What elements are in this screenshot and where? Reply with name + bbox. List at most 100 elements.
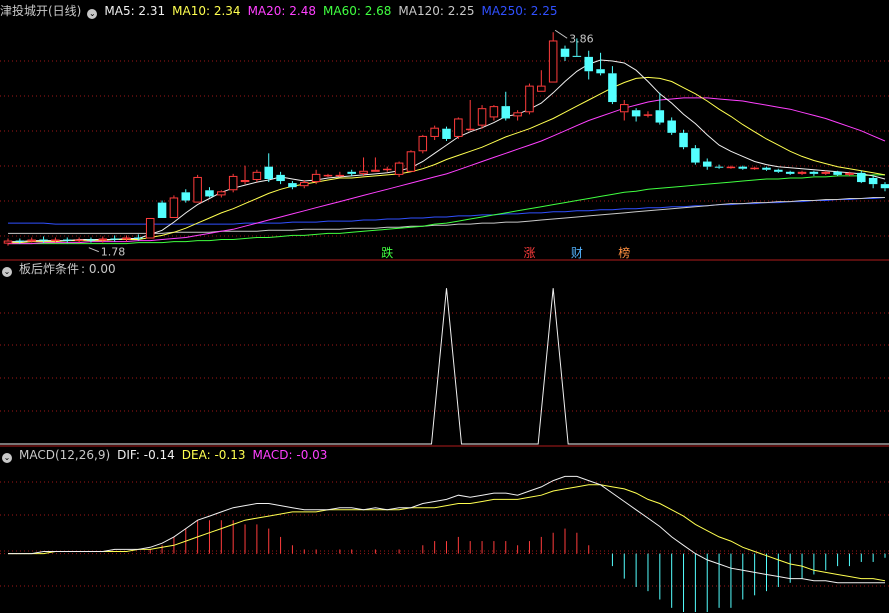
- dif-label: DIF: -0.14: [117, 448, 175, 462]
- candle: [228, 173, 238, 193]
- candle: [145, 217, 155, 239]
- ma10-line: [8, 76, 886, 244]
- candle: [371, 157, 380, 172]
- candle-body: [169, 197, 179, 218]
- candle: [276, 171, 285, 185]
- candle-body: [762, 167, 771, 170]
- candle: [762, 166, 771, 171]
- candle-body: [608, 73, 617, 103]
- candle-body: [774, 169, 783, 172]
- candle: [157, 200, 167, 218]
- candle: [122, 235, 131, 242]
- candle-body: [288, 183, 297, 188]
- candle-body: [513, 112, 522, 117]
- candle: [691, 145, 700, 165]
- candle-body: [572, 55, 582, 57]
- candle: [620, 99, 629, 121]
- candle-body: [39, 239, 48, 241]
- candle-body: [430, 127, 439, 137]
- panel-menu-icon[interactable]: ⌄: [2, 267, 12, 277]
- dea-label: DEA: -0.13: [181, 448, 246, 462]
- candle: [454, 117, 463, 139]
- candle-body: [631, 110, 641, 117]
- candle-body: [359, 170, 368, 174]
- candle-body: [394, 162, 404, 175]
- main-panel-header: 津投城开(日线) ⌄ MA5: 2.31 MA10: 2.34 MA20: 2.48 MA…: [0, 2, 565, 20]
- candle-body: [193, 176, 202, 203]
- panel-menu-icon[interactable]: ⌄: [2, 453, 12, 463]
- ma250-line: [8, 197, 886, 225]
- candle-body: [525, 85, 534, 113]
- candle-body: [51, 239, 60, 242]
- indicator-line: [0, 288, 889, 445]
- candle: [738, 165, 748, 170]
- ma10-label: MA10: 2.34: [172, 4, 241, 18]
- candle-body: [86, 239, 96, 241]
- candle-body: [501, 106, 511, 119]
- candle-body: [382, 168, 392, 171]
- candle-body: [252, 171, 262, 181]
- candle: [809, 170, 819, 176]
- event-marker: 财: [571, 246, 583, 260]
- candle: [548, 32, 558, 83]
- dif-line: [8, 475, 885, 584]
- candle-body: [679, 132, 688, 148]
- candle-body: [691, 148, 700, 163]
- candle: [584, 50, 593, 80]
- candle: [406, 150, 416, 172]
- candle-body: [98, 238, 108, 241]
- candle: [240, 165, 250, 185]
- candle: [62, 237, 72, 243]
- candle: [418, 134, 428, 154]
- candle: [785, 170, 795, 175]
- candle: [252, 169, 262, 183]
- candle: [217, 190, 226, 198]
- candle-body: [797, 171, 807, 174]
- candle: [288, 181, 297, 190]
- candle-body: [323, 174, 333, 177]
- high-marker-arrow: [554, 29, 568, 39]
- candle-body: [27, 239, 36, 242]
- candle: [679, 129, 688, 150]
- candle-body: [347, 171, 356, 174]
- low-price-label: 1.78: [101, 246, 126, 259]
- candle-body: [276, 174, 285, 182]
- candle: [489, 105, 499, 121]
- candle: [335, 171, 345, 177]
- candle-body: [785, 171, 795, 174]
- candle: [465, 99, 475, 131]
- candle: [857, 170, 866, 184]
- high-price-label: 3.86: [569, 32, 594, 45]
- candle-body: [809, 171, 819, 174]
- candle: [596, 52, 605, 76]
- candle: [311, 169, 321, 185]
- candle-body: [74, 239, 84, 242]
- candle-body: [880, 184, 889, 189]
- candle-body: [714, 166, 724, 168]
- ma120-label: MA120: 2.25: [398, 4, 475, 18]
- ma60-label: MA60: 2.68: [323, 4, 392, 18]
- candle: [608, 66, 617, 105]
- candle-body: [110, 238, 119, 240]
- candle: [797, 170, 807, 175]
- candle-body: [620, 104, 629, 113]
- candle: [655, 92, 665, 125]
- candle: [359, 157, 368, 176]
- low-marker-arrow: [88, 247, 99, 253]
- candle-body: [228, 175, 238, 191]
- candle: [667, 117, 676, 135]
- candle-body: [560, 48, 570, 57]
- candle: [880, 182, 889, 192]
- candle-body: [702, 161, 712, 167]
- candle-body: [643, 114, 653, 116]
- candle-body: [750, 167, 759, 170]
- candle-body: [821, 171, 831, 174]
- candle: [643, 111, 653, 118]
- candle-body: [217, 191, 226, 196]
- panel-menu-icon[interactable]: ⌄: [87, 9, 98, 19]
- candle: [323, 173, 333, 177]
- candle-body: [489, 106, 499, 118]
- candle: [430, 125, 439, 140]
- candle: [264, 153, 273, 183]
- candle-body: [454, 118, 463, 137]
